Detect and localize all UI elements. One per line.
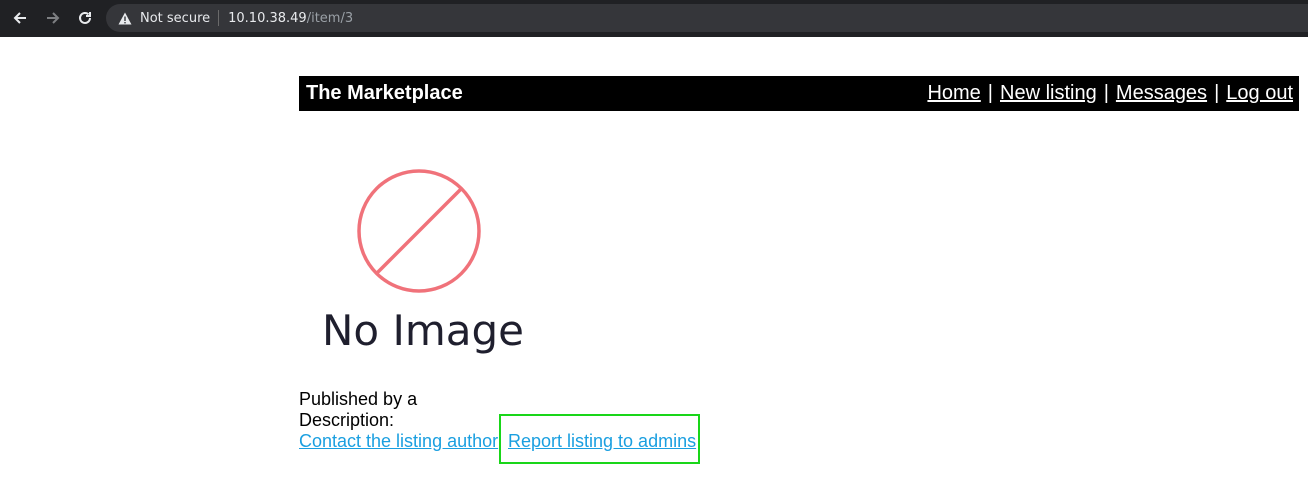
description-label: Description: <box>299 410 395 430</box>
back-button[interactable] <box>8 6 32 30</box>
address-bar[interactable]: Not secure 10.10.38.49 /item/3 <box>106 4 1308 32</box>
contact-author-link[interactable]: Contact the listing author <box>299 431 498 452</box>
nav-separator: | <box>1214 82 1220 104</box>
report-listing-link[interactable]: Report listing to admins <box>508 431 696 452</box>
no-image-label: No Image <box>322 306 524 355</box>
site-header: The Marketplace Home | New listing | Mes… <box>299 76 1299 111</box>
browser-toolbar: Not secure 10.10.38.49 /item/3 <box>0 0 1308 37</box>
no-image-icon: No Image <box>322 169 524 355</box>
reload-button[interactable] <box>73 6 97 30</box>
back-arrow-icon <box>13 12 26 24</box>
reload-icon <box>79 11 91 24</box>
nav-separator: | <box>1103 82 1109 104</box>
url-path: /item/3 <box>306 10 354 26</box>
site-nav: Home | New listing | Messages | Log out <box>927 82 1293 105</box>
nav-new-listing-link[interactable]: New listing <box>1000 82 1097 105</box>
warning-icon <box>118 11 132 25</box>
url-host: 10.10.38.49 <box>228 10 307 26</box>
listing-actions: Contact the listing author <box>299 431 498 452</box>
omnibox-divider <box>218 10 220 26</box>
site-title: The Marketplace <box>306 82 463 104</box>
nav-home-link[interactable]: Home <box>927 82 980 105</box>
nav-messages-link[interactable]: Messages <box>1116 82 1207 105</box>
published-by: Published by a <box>299 389 418 409</box>
nav-separator: | <box>987 82 993 104</box>
forward-button[interactable] <box>41 6 65 30</box>
nav-log-out-link[interactable]: Log out <box>1226 82 1293 105</box>
security-label[interactable]: Not secure <box>140 11 210 26</box>
forward-arrow-icon <box>47 12 60 24</box>
